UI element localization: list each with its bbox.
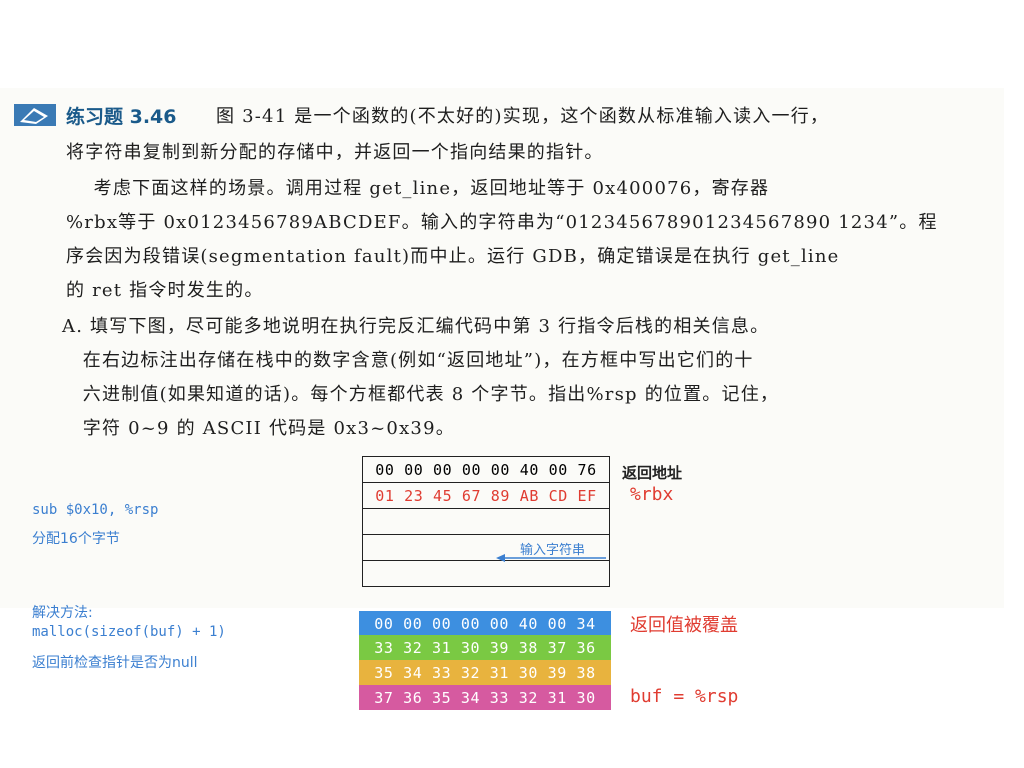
overflow-row-1: 00 00 00 00 00 40 00 34 bbox=[359, 611, 611, 636]
exercise-line-5: 序会因为段错误(segmentation fault)而中止。运行 GDB，确定… bbox=[66, 246, 840, 267]
arrow-label: 输入字符串 bbox=[520, 543, 586, 558]
exercise-line-7: A. 填写下图，尽可能多地说明在执行完反汇编代码中第 3 行指令后栈的相关信息。 bbox=[62, 316, 770, 337]
exercise-line-1: 图 3-41 是一个函数的(不太好的)实现，这个函数从标准输入读入一行， bbox=[216, 106, 830, 127]
label-buf-rsp: buf = %rsp bbox=[630, 686, 739, 707]
exercise-line-3: 考虑下面这样的场景。调用过程 get_line，返回地址等于 0x400076，… bbox=[66, 178, 770, 199]
exercise-pencil-icon bbox=[14, 104, 56, 126]
overflow-row-2: 33 32 31 30 39 38 37 36 bbox=[359, 635, 611, 660]
exercise-title: 练习题 3.46 bbox=[66, 106, 177, 128]
note-malloc: malloc(sizeof(buf) + 1) bbox=[32, 624, 226, 640]
label-overwritten: 返回值被覆盖 bbox=[630, 615, 738, 636]
exercise-line-4: %rbx等于 0x0123456789ABCDEF。输入的字符串为“012345… bbox=[66, 212, 938, 233]
exercise-line-2: 将字符串复制到新分配的存储中，并返回一个指向结果的指针。 bbox=[66, 142, 604, 163]
stack-diagram: 00 00 00 00 00 40 00 76 01 23 45 67 89 A… bbox=[362, 456, 610, 587]
note-alloc: 分配16个字节 bbox=[32, 531, 120, 547]
overflow-row-4: 37 36 35 34 33 32 31 30 bbox=[359, 685, 611, 710]
label-return-address: 返回地址 bbox=[622, 464, 683, 482]
exercise-line-9: 六进制值(如果知道的话)。每个方框都代表 8 个字节。指出%rsp 的位置。记住… bbox=[62, 384, 780, 405]
label-rbx: %rbx bbox=[630, 484, 674, 505]
note-solution-title: 解决方法: bbox=[32, 605, 93, 621]
overflow-row-3: 35 34 33 32 31 30 39 38 bbox=[359, 660, 611, 685]
note-check: 返回前检查指针是否为null bbox=[32, 655, 198, 671]
exercise-line-8: 在右边标注出存储在栈中的数字含意(例如“返回地址”)，在方框中写出它们的十 bbox=[62, 350, 754, 371]
exercise-line-10: 字符 0~9 的 ASCII 代码是 0x3~0x39。 bbox=[62, 418, 455, 439]
stack-cell-empty bbox=[363, 509, 609, 535]
exercise-line-6: 的 ret 指令时发生的。 bbox=[66, 280, 264, 301]
stack-cell-return: 00 00 00 00 00 40 00 76 bbox=[363, 457, 609, 483]
stack-cell-rbx: 01 23 45 67 89 AB CD EF bbox=[363, 483, 609, 509]
note-sub: sub $0x10, %rsp bbox=[32, 502, 159, 518]
stack-cell-bottom bbox=[363, 561, 609, 586]
